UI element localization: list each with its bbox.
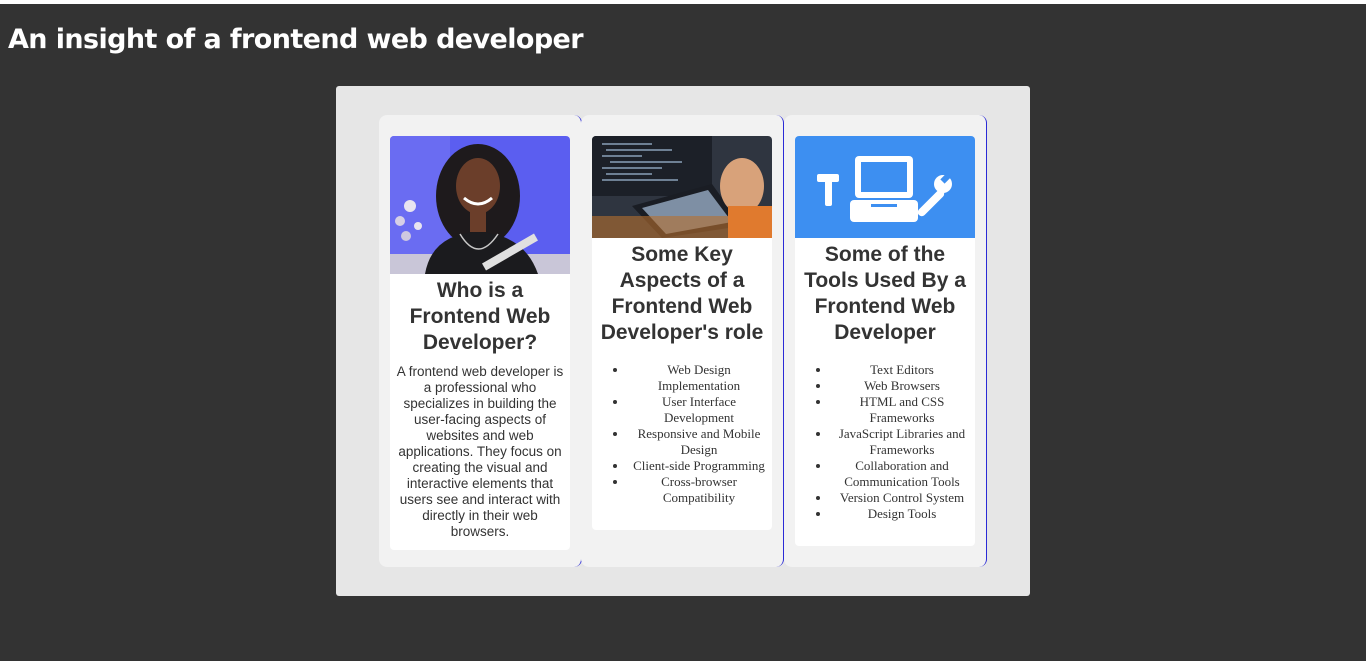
card-tools: Some of the Tools Used By a Frontend Web… [795,136,975,546]
aspects-list: Web Design Implementation User Interface… [592,346,772,530]
list-item: Client-side Programming [628,458,770,474]
list-item: HTML and CSS Frameworks [831,394,973,426]
laptop-icon [850,156,918,222]
tools-image [795,136,975,238]
list-item: User Interface Development [628,394,770,426]
card-column-developer: Who is a Frontend Web Developer? A front… [379,115,582,567]
list-item: Text Editors [831,362,973,378]
card-title: Some Key Aspects of a Frontend Web Devel… [600,243,764,344]
card-title: Who is a Frontend Web Developer? [409,279,551,354]
list-item: Collaboration and Communication Tools [831,458,973,490]
list-item: Design Tools [831,506,973,522]
list-item: JavaScript Libraries and Frameworks [831,426,973,458]
list-item: Web Browsers [831,378,973,394]
card-description: A frontend web developer is a profession… [396,364,564,539]
top-bar [0,0,1366,4]
list-item: Version Control System [831,490,973,506]
developer-portrait-image [390,136,570,274]
card-column-aspects: Some Key Aspects of a Frontend Web Devel… [581,115,784,567]
list-item: Cross-browser Compatibility [628,474,770,506]
coding-laptop-image [592,136,772,238]
page-title: An insight of a frontend web developer [8,24,584,55]
card-title: Some of the Tools Used By a Frontend Web… [804,243,966,344]
list-item: Responsive and Mobile Design [628,426,770,458]
tools-list: Text Editors Web Browsers HTML and CSS F… [795,346,975,546]
card-column-tools: Some of the Tools Used By a Frontend Web… [784,115,987,567]
card-developer: Who is a Frontend Web Developer? A front… [390,136,570,550]
list-item: Web Design Implementation [628,362,770,394]
card-aspects: Some Key Aspects of a Frontend Web Devel… [592,136,772,530]
